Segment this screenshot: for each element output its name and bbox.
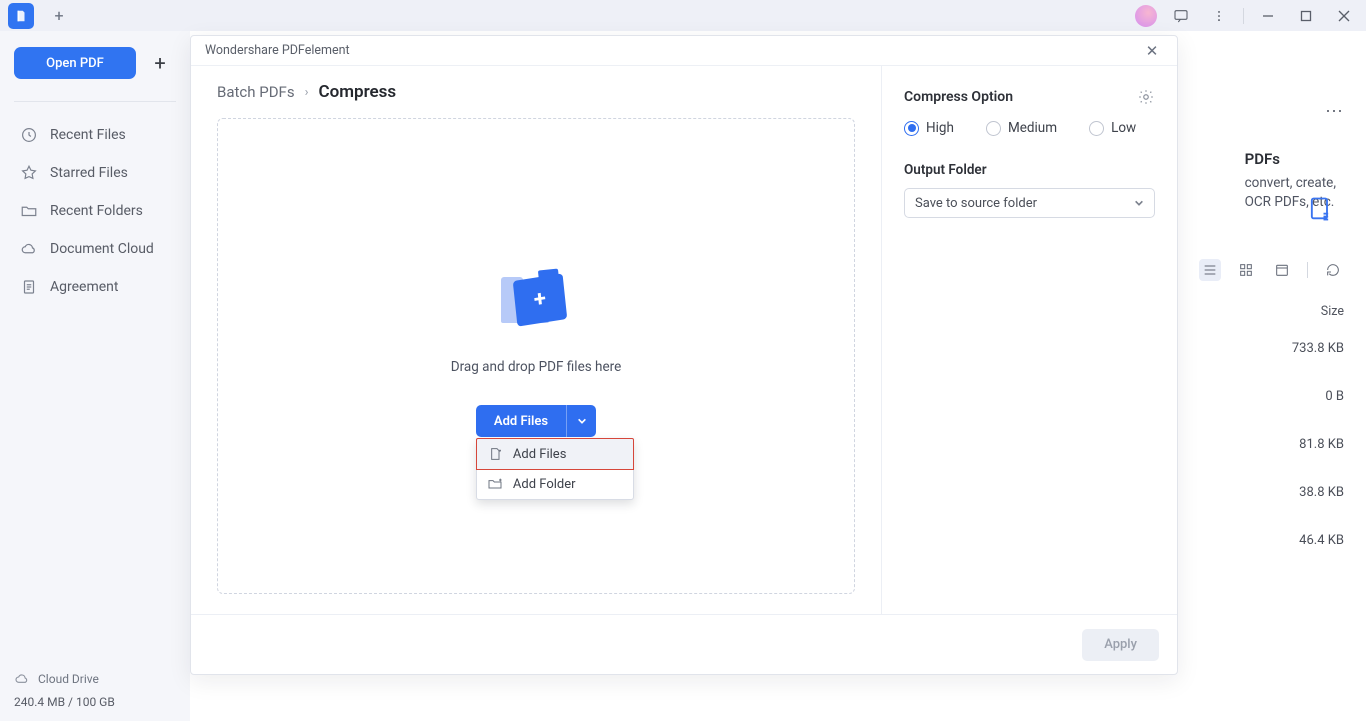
avatar[interactable] (1135, 5, 1157, 27)
dropdown-item-label: Add Files (513, 447, 566, 462)
dropdown-item-add-files[interactable]: Add Files (476, 438, 634, 470)
chevron-down-icon (577, 416, 587, 426)
more-menu-icon[interactable]: ⋯ (1325, 101, 1344, 122)
grid-view-button[interactable] (1235, 259, 1257, 281)
add-files-caret[interactable] (566, 405, 596, 437)
clock-icon (20, 126, 38, 144)
calendar-view-button[interactable] (1271, 259, 1293, 281)
folder-icon (20, 202, 38, 220)
document-icon (20, 278, 38, 296)
sidebar-item-label: Agreement (50, 279, 118, 295)
dialog-titlebar: Wondershare PDFelement ✕ (191, 36, 1177, 66)
sidebar-top: Open PDF + (14, 47, 176, 79)
sidebar-item-recent-files[interactable]: Recent Files (14, 116, 176, 154)
dialog-footer: Apply (191, 614, 1177, 674)
divider (1307, 262, 1308, 278)
radio-label: Low (1111, 120, 1136, 136)
dropdown-item-label: Add Folder (513, 477, 576, 492)
apply-button[interactable]: Apply (1082, 629, 1159, 661)
radio-label: High (926, 120, 954, 136)
new-tab-button[interactable]: + (46, 3, 72, 29)
dropzone[interactable]: + Drag and drop PDF files here Add Files… (217, 118, 855, 594)
add-files-dropdown: Add Files Add Folder (476, 438, 634, 500)
folder-plus-icon: + (501, 275, 571, 331)
maximize-button[interactable] (1292, 2, 1320, 30)
file-size-cell: 0 B (1325, 389, 1344, 404)
radio-low[interactable]: Low (1089, 120, 1136, 136)
storage-usage: 240.4 MB / 100 GB (14, 695, 176, 709)
card-line: convert, create, (1245, 174, 1336, 193)
sidebar-bottom: Cloud Drive 240.4 MB / 100 GB (14, 671, 176, 709)
sidebar-item-recent-folders[interactable]: Recent Folders (14, 192, 176, 230)
breadcrumb-parent[interactable]: Batch PDFs (217, 83, 295, 101)
radio-high[interactable]: High (904, 120, 954, 136)
column-header-size[interactable]: Size (1321, 304, 1344, 319)
options-header: Compress Option (904, 88, 1155, 106)
radio-label: Medium (1008, 120, 1057, 136)
breadcrumb: Batch PDFs › Compress (217, 82, 855, 102)
output-folder-select[interactable]: Save to source folder (904, 188, 1155, 218)
pdf-card-icon (1306, 195, 1334, 223)
radio-medium[interactable]: Medium (986, 120, 1057, 136)
sidebar-item-label: Starred Files (50, 165, 128, 181)
compress-level-radios: High Medium Low (904, 120, 1155, 136)
open-pdf-button[interactable]: Open PDF (14, 47, 136, 79)
divider (14, 101, 176, 102)
file-size-cell: 81.8 KB (1299, 437, 1344, 452)
cloud-icon (20, 240, 38, 258)
dialog-main: Batch PDFs › Compress + Drag and drop PD… (191, 66, 881, 614)
dropdown-item-add-folder[interactable]: Add Folder (477, 469, 633, 499)
sidebar-item-starred-files[interactable]: Starred Files (14, 154, 176, 192)
folder-plus-icon (487, 476, 503, 492)
card-title: PDFs (1245, 149, 1336, 170)
compress-option-title: Compress Option (904, 89, 1013, 105)
add-files-split-button: Add Files Add Files Add Folder (476, 405, 596, 437)
close-button[interactable] (1330, 2, 1358, 30)
titlebar: + (0, 0, 1366, 31)
minimize-button[interactable] (1254, 2, 1282, 30)
sidebar-item-label: Recent Files (50, 127, 126, 143)
add-files-button[interactable]: Add Files (476, 405, 566, 437)
dropzone-text: Drag and drop PDF files here (451, 359, 622, 375)
list-view-button[interactable] (1199, 259, 1221, 281)
titlebar-right (1135, 2, 1358, 30)
settings-icon[interactable] (1137, 88, 1155, 106)
cloud-drive[interactable]: Cloud Drive (14, 671, 176, 687)
app-logo[interactable] (8, 3, 34, 29)
refresh-button[interactable] (1322, 259, 1344, 281)
sidebar-item-agreement[interactable]: Agreement (14, 268, 176, 306)
cloud-icon (14, 671, 30, 687)
dialog-title: Wondershare PDFelement (205, 43, 350, 58)
chevron-down-icon (1134, 198, 1144, 208)
cloud-drive-label: Cloud Drive (38, 672, 99, 686)
sidebar-item-label: Document Cloud (50, 241, 154, 257)
divider (1243, 8, 1244, 24)
file-size-cell: 733.8 KB (1292, 341, 1344, 356)
select-value: Save to source folder (915, 196, 1037, 211)
file-size-cell: 38.8 KB (1299, 485, 1344, 500)
add-button[interactable]: + (144, 47, 176, 79)
star-icon (20, 164, 38, 182)
dialog-body: Batch PDFs › Compress + Drag and drop PD… (191, 66, 1177, 614)
view-toolbar (1199, 259, 1344, 281)
output-folder-label: Output Folder (904, 162, 1155, 178)
batch-compress-dialog: Wondershare PDFelement ✕ Batch PDFs › Co… (190, 35, 1178, 675)
pdf-app-icon (14, 9, 28, 23)
sidebar-item-document-cloud[interactable]: Document Cloud (14, 230, 176, 268)
dialog-close-button[interactable]: ✕ (1141, 40, 1163, 62)
file-size-cell: 46.4 KB (1299, 533, 1344, 548)
comment-icon[interactable] (1167, 2, 1195, 30)
titlebar-left: + (8, 3, 72, 29)
kebab-menu-icon[interactable] (1205, 2, 1233, 30)
sidebar-item-label: Recent Folders (50, 203, 143, 219)
sidebar: Open PDF + Recent Files Starred Files Re… (0, 31, 190, 721)
breadcrumb-current: Compress (319, 82, 397, 102)
chevron-right-icon: › (305, 85, 309, 100)
file-plus-icon (487, 446, 503, 462)
dialog-options-panel: Compress Option High Medium Low Output F… (881, 66, 1177, 614)
